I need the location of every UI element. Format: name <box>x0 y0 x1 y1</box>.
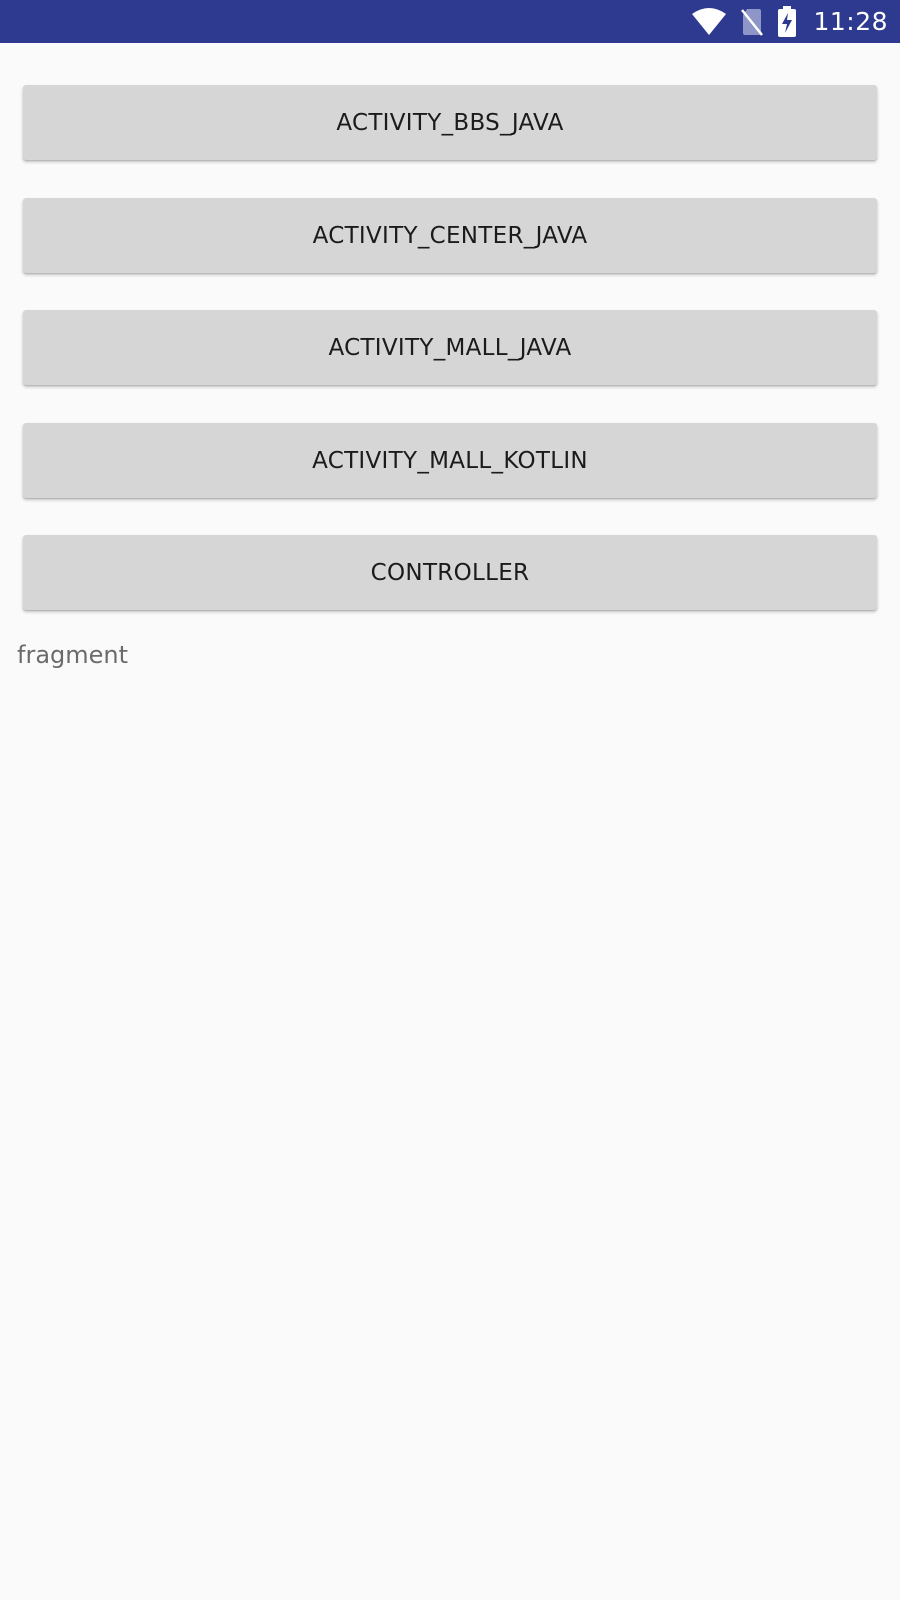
status-bar: 11:28 <box>0 0 900 43</box>
status-icons: 11:28 <box>691 0 888 43</box>
activity-mall-kotlin-button[interactable]: ACTIVITY_MALL_KOTLIN <box>23 423 877 498</box>
status-time: 11:28 <box>813 7 888 36</box>
controller-button[interactable]: CONTROLLER <box>23 535 877 610</box>
wifi-icon <box>691 7 727 36</box>
fragment-label: fragment <box>17 641 129 669</box>
activity-bbs-java-button[interactable]: ACTIVITY_BBS_JAVA <box>23 85 877 160</box>
no-sim-icon <box>741 7 764 37</box>
main-content: ACTIVITY_BBS_JAVA ACTIVITY_CENTER_JAVA A… <box>0 43 900 1600</box>
activity-mall-java-button[interactable]: ACTIVITY_MALL_JAVA <box>23 310 877 385</box>
activity-center-java-button[interactable]: ACTIVITY_CENTER_JAVA <box>23 198 877 273</box>
battery-charging-icon <box>777 5 797 38</box>
